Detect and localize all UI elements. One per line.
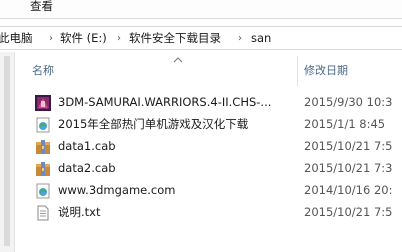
- file-date-modified: 2015/10/21 7:3: [304, 161, 393, 175]
- cab-archive-icon: [36, 140, 50, 154]
- file-row[interactable]: 3DM-SAMURAI.WARRIORS.4-II.CHS-... 2015/9…: [15, 92, 402, 114]
- file-name: www.3dmgame.com: [58, 183, 176, 197]
- breadcrumb-this-pc[interactable]: 此电脑: [0, 31, 33, 46]
- file-row[interactable]: data2.cab 2015/10/21 7:3: [15, 158, 402, 180]
- file-date-modified: 2015/10/21 7:5: [304, 205, 393, 219]
- file-row[interactable]: www.3dmgame.com 2014/10/16 20:: [15, 180, 402, 202]
- address-bar[interactable]: 此电脑 › 软件 (E:) › 软件安全下载目录 › san: [0, 26, 402, 50]
- breadcrumb-separator[interactable]: ›: [238, 31, 242, 46]
- file-date-modified: 2015/1/1 8:45: [304, 117, 386, 131]
- file-date-modified: 2015/9/30 10:3: [304, 95, 393, 109]
- file-name: 说明.txt: [58, 205, 101, 219]
- file-name: 3DM-SAMURAI.WARRIORS.4-II.CHS-...: [58, 95, 272, 109]
- column-header: 名称 修改日期: [15, 56, 402, 86]
- breadcrumb-separator[interactable]: ›: [49, 31, 53, 46]
- file-name: data2.cab: [58, 161, 116, 175]
- breadcrumb-separator[interactable]: ›: [117, 31, 121, 46]
- cab-archive-icon: [36, 162, 50, 176]
- file-name: data1.cab: [58, 139, 116, 153]
- breadcrumb-drive[interactable]: 软件 (E:): [60, 31, 107, 46]
- file-date-modified: 2014/10/16 20:: [304, 183, 393, 197]
- file-row[interactable]: 2015年全部热门单机游戏及汉化下载 2015/1/1 8:45: [15, 114, 402, 136]
- ribbon-tab-view[interactable]: 查看: [30, 0, 53, 12]
- file-row[interactable]: 说明.txt 2015/10/21 7:5: [15, 202, 402, 224]
- sort-ascending-icon: [173, 57, 183, 63]
- file-name: 2015年全部热门单机游戏及汉化下载: [58, 117, 249, 131]
- column-name-header[interactable]: 名称: [32, 64, 54, 78]
- file-row[interactable]: data1.cab 2015/10/21 7:5: [15, 136, 402, 158]
- text-file-icon: [37, 205, 49, 221]
- internet-shortcut-icon: [36, 183, 50, 199]
- ribbon: 查看: [0, 0, 402, 19]
- breadcrumb-folder[interactable]: 软件安全下载目录: [129, 31, 221, 46]
- nav-pane-scrollbar[interactable]: [0, 52, 15, 252]
- internet-shortcut-icon: [36, 117, 50, 133]
- file-date-modified: 2015/10/21 7:5: [304, 139, 393, 153]
- game-exe-icon: [35, 95, 51, 111]
- column-date-modified-header[interactable]: 修改日期: [304, 64, 348, 78]
- scrollbar-thumb[interactable]: [4, 56, 10, 246]
- breadcrumb-current-folder[interactable]: san: [251, 31, 271, 46]
- column-divider[interactable]: [297, 56, 298, 86]
